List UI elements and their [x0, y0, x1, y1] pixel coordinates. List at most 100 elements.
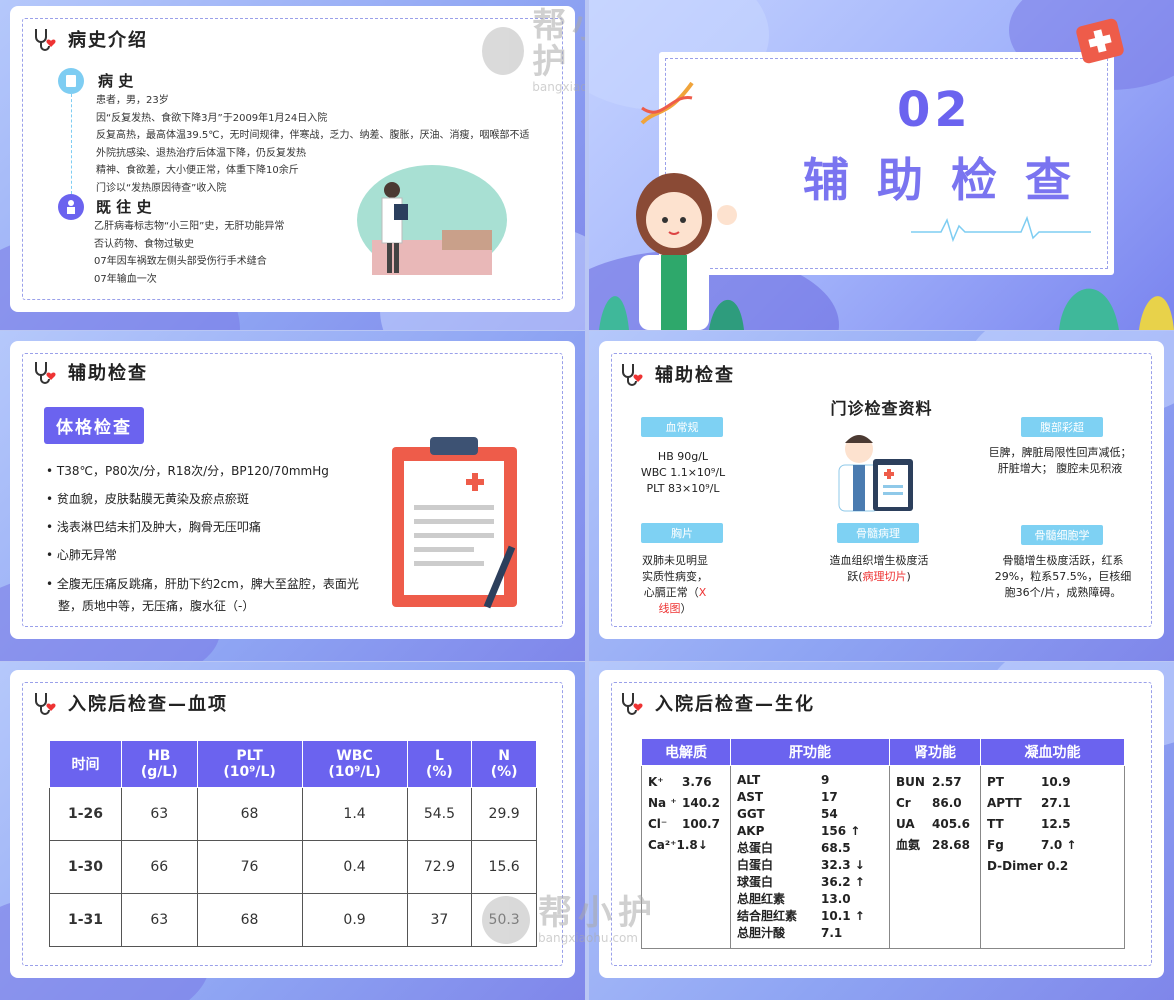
- slide-title: 入院后检查—血项: [68, 694, 228, 715]
- exam-text: 浅表淋巴结未扪及肿大，胸骨无压叩痛: [56, 520, 261, 534]
- slide-physical-exam[interactable]: 辅助检查 体格检查 • T38℃，P80次/分，R18次/分，BP120/70m…: [0, 331, 585, 661]
- slide-section-cover[interactable]: 02 辅 助 检 查: [589, 0, 1174, 330]
- pathology-slide-link[interactable]: 病理切片: [863, 570, 907, 583]
- abdominal-ultrasound-text: 巨脾，脾脏局限性回声减低；肝脏增大； 腹腔未见积液: [988, 446, 1132, 475]
- column-header: 肾功能: [889, 738, 981, 766]
- slide-title: 入院后检查—生化: [655, 694, 815, 715]
- watermark-site: bangxiaohu.com: [532, 80, 585, 94]
- exam-item: • 浅表淋巴结未扪及肿大，胸骨无压叩痛: [46, 520, 261, 534]
- table-cell: 0.9: [301, 893, 408, 947]
- table-row: 1-31 63 68 0.9 37 50.3: [48, 893, 537, 947]
- doctor-patient-illustration: [332, 160, 512, 280]
- slide-card: 辅助检查 体格检查 • T38℃，P80次/分，R18次/分，BP120/70m…: [4, 335, 581, 645]
- watermark-logo-icon: [482, 27, 525, 75]
- clipboard-illustration: [392, 437, 522, 612]
- slide-title: 辅助检查: [655, 365, 735, 386]
- table-cell: 72.9: [406, 840, 473, 894]
- slide-header: 辅助检查: [32, 359, 148, 385]
- column-header: PLT (10⁹/L): [196, 740, 303, 788]
- blood-line: WBC 1.1×10⁹/L: [640, 466, 726, 479]
- slide-biochemistry[interactable]: 入院后检查—生化 电解质 肝功能 肾功能 凝血功能 K⁺ 3.76 Na ⁺ 140…: [589, 662, 1174, 1000]
- blood-line: PLT 83×10⁹/L: [646, 482, 720, 495]
- watermark-logo-icon: [482, 896, 530, 944]
- table-cell: 1-26: [48, 787, 123, 841]
- stethoscope-heart-icon: [32, 359, 58, 385]
- liver-function-cell: ALT 9 AST 17 GGT 54 AKP 156 ↑ 总蛋白 68.5 白蛋白 32.…: [730, 765, 890, 949]
- blood-line: HB 90g/L: [657, 450, 709, 463]
- table-cell: 54.5: [406, 787, 473, 841]
- past-history-icon: [58, 194, 84, 220]
- history-icon: [58, 68, 84, 94]
- bone-marrow-pathology-label: 骨髓病理: [837, 523, 919, 543]
- history-line: 患者，男，23岁: [96, 95, 169, 106]
- slide-title: 病史介绍: [68, 30, 148, 51]
- column-header: N (%): [471, 740, 537, 788]
- table-cell: 37: [406, 893, 473, 947]
- doctor-clipboard-illustration: [831, 429, 921, 515]
- table-cell: 63: [121, 787, 198, 841]
- plant-decoration: [589, 260, 749, 330]
- column-header: 凝血功能: [980, 738, 1125, 766]
- exam-item: • T38℃，P80次/分，R18次/分，BP120/70mmHg: [46, 464, 329, 478]
- slide-blood-tests[interactable]: 入院后检查—血项 时间 HB (g/L) PLT (10⁹/L) WBC (10⁹/L…: [0, 662, 585, 1000]
- table-header-row: 电解质 肝功能 肾功能 凝血功能: [641, 738, 1125, 766]
- watermark-site: bangxiaohu.com: [538, 931, 638, 945]
- slide-title: 辅助检查: [68, 363, 148, 384]
- table-row: 1-30 66 76 0.4 72.9 15.6: [48, 840, 537, 894]
- past-history-heading: 既 往 史: [96, 198, 152, 216]
- column-header: 肝功能: [730, 738, 890, 766]
- exam-item: • 心肺无异常: [46, 548, 117, 562]
- plant-decoration: [1049, 250, 1174, 330]
- column-header: 电解质: [641, 738, 731, 766]
- stethoscope-heart-icon: [32, 690, 58, 716]
- stethoscope-heart-icon: [619, 361, 645, 387]
- table-cell: 1-30: [48, 840, 123, 894]
- bone-marrow-pathology-text: 造血组织增生极度活跃(病理切片): [829, 553, 929, 585]
- abdominal-ultrasound-label: 腹部彩超: [1021, 417, 1103, 437]
- outpatient-title: 门诊检查资料: [830, 399, 933, 418]
- exam-text: 心肺无异常: [56, 548, 117, 562]
- table-cell: 1.4: [301, 787, 408, 841]
- stethoscope-heart-icon: [619, 690, 645, 716]
- table-cell: 68: [196, 893, 303, 947]
- table-cell: 15.6: [471, 840, 537, 894]
- slide-header: 辅助检查: [619, 361, 735, 387]
- slide-header: 病史介绍: [32, 26, 148, 52]
- table-cell: 66: [121, 840, 198, 894]
- watermark-title: 帮小护: [532, 6, 585, 82]
- chest-xray-label: 胸片: [641, 523, 723, 543]
- table-cell: 76: [196, 840, 303, 894]
- bone-marrow-cytology-label: 骨髓细胞学: [1021, 525, 1103, 545]
- exam-item: • 贫血貌，皮肤黏膜无黄染及瘀点瘀斑: [46, 492, 249, 506]
- blood-routine-label: 血常规: [641, 417, 723, 437]
- table-header-row: 时间 HB (g/L) PLT (10⁹/L) WBC (10⁹/L) L (%) N(…: [48, 740, 537, 788]
- biochemistry-table: 电解质 肝功能 肾功能 凝血功能 K⁺ 3.76 Na ⁺ 140.2 Cl⁻ 100…: [641, 738, 1125, 949]
- table-cell: 63: [121, 893, 198, 947]
- slide-header: 入院后检查—生化: [619, 690, 815, 716]
- column-header: HB (g/L): [121, 740, 198, 788]
- table-row: 1-26 63 68 1.4 54.5 29.9: [48, 787, 537, 841]
- column-header: WBC (10⁹/L): [301, 740, 408, 788]
- blood-test-table: 时间 HB (g/L) PLT (10⁹/L) WBC (10⁹/L) L (%) N(…: [48, 740, 537, 947]
- column-header: 时间: [48, 740, 123, 788]
- stethoscope-heart-icon: [32, 26, 58, 52]
- dna-icon: [640, 81, 694, 125]
- chest-xray-text: 双肺未见明显实质性病变，心膈正常（X线图）: [639, 553, 711, 617]
- kidney-function-cell: BUN 2.57 Cr 86.0 UA 405.6 血氨 28.68: [889, 765, 981, 949]
- watermark: 帮小护 bangxiaohu.com: [482, 8, 585, 94]
- slide-card: 辅助检查 门诊检查资料 血常规 HB 90g/L WBC 1.1×10⁹/L P…: [593, 335, 1170, 645]
- blood-routine-text: HB 90g/L WBC 1.1×10⁹/L PLT 83×10⁹/L: [633, 449, 733, 497]
- table-cell: 1-31: [48, 893, 123, 947]
- exam-text: 贫血貌，皮肤黏膜无黄染及瘀点瘀斑: [56, 492, 249, 506]
- slide-history[interactable]: 病史介绍 病 史 患者，男，23岁 因“反复发热、食欲下降3月”于2009年1月…: [0, 0, 585, 330]
- exam-text: T38℃，P80次/分，R18次/分，BP120/70mmHg: [56, 464, 329, 478]
- slide-outpatient-exam[interactable]: 辅助检查 门诊检查资料 血常规 HB 90g/L WBC 1.1×10⁹/L P…: [589, 331, 1174, 661]
- slide-card: 入院后检查—生化 电解质 肝功能 肾功能 凝血功能 K⁺ 3.76 Na ⁺ 140…: [593, 664, 1170, 984]
- bone-marrow-cytology-text: 骨髓增生极度活跃，红系29%，粒系57.5%，巨核细胞36个/片，成熟障碍。: [994, 554, 1132, 599]
- section-title: 辅 助 检 查: [803, 153, 1078, 207]
- exam-text: 全腹无压痛反跳痛，肝肋下约2cm，脾大至盆腔，表面光整，质地中等，无压痛，腹水征…: [56, 577, 359, 613]
- history-line: 反复高热，最高体温39.5℃，无时间规律，伴寒战，乏力、纳差、腹胀，厌油、消瘦，…: [96, 130, 530, 141]
- coagulation-cell: PT 10.9 APTT 27.1 TT 12.5 Fg 7.0 ↑ D-Dimer 0…: [980, 765, 1125, 949]
- table-cell: 68: [196, 787, 303, 841]
- column-header: L (%): [406, 740, 473, 788]
